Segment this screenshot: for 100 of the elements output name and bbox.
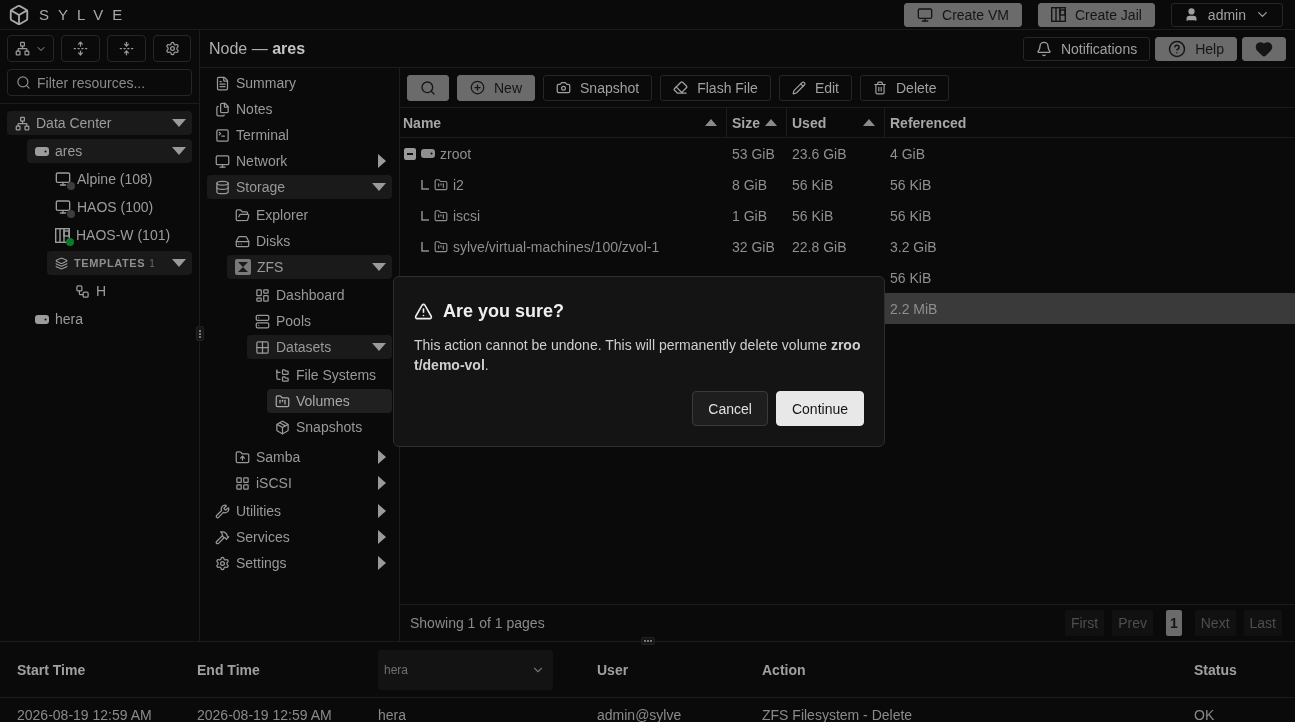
caret-down-icon[interactable]: [372, 263, 386, 271]
hammer-icon: [215, 529, 230, 545]
dialog-message: This action cannot be undone. This will permanently delete volume zroot/demo-vol.: [414, 336, 862, 375]
table-cell-text: 56 KiB: [791, 207, 835, 224]
resize-handle[interactable]: [196, 326, 204, 341]
column-header[interactable]: Status: [1194, 661, 1295, 678]
nav-item[interactable]: Dashboard: [247, 283, 392, 307]
caret-down-icon[interactable]: [372, 183, 386, 191]
continue-button[interactable]: Continue: [775, 391, 864, 426]
caret-right-icon[interactable]: [378, 556, 386, 570]
nav-item[interactable]: Disks: [227, 229, 392, 253]
caret-right-icon[interactable]: [378, 530, 386, 544]
dataset-name: sylve/virtual-machines/100/zvol-1: [453, 238, 660, 255]
node-select[interactable]: hera: [378, 649, 553, 690]
flowchart-icon: [75, 283, 90, 299]
folder-icon: [235, 449, 250, 465]
tree-item[interactable]: HAOS-W (101): [47, 223, 192, 247]
tree-item[interactable]: hera: [27, 307, 192, 331]
drive-icon: [35, 146, 49, 156]
folder-tree-icon: [275, 367, 290, 383]
settings-button[interactable]: [153, 35, 191, 62]
view-switch-button[interactable]: [7, 35, 54, 62]
nav-item[interactable]: Network: [207, 149, 392, 173]
tree-item[interactable]: HAOS (100): [47, 195, 192, 219]
tree-item[interactable]: H: [67, 279, 192, 303]
delete-button[interactable]: Delete: [860, 74, 950, 101]
column-header[interactable]: Name: [400, 108, 727, 137]
table-row[interactable]: i2 8 GiB 56 KiB 56 KiB: [400, 169, 1295, 200]
package-icon: [275, 419, 290, 435]
snapshot-button[interactable]: Snapshot: [543, 74, 653, 101]
column-header[interactable]: Size: [727, 108, 787, 137]
folder-icon: [434, 239, 448, 254]
nav-item[interactable]: iSCSI: [227, 471, 392, 495]
nav-item[interactable]: Volumes: [267, 389, 392, 413]
table-cell-text: 56 KiB: [889, 176, 933, 193]
nav-item[interactable]: Samba: [227, 445, 392, 469]
heart-icon: [1255, 39, 1273, 58]
nav-item[interactable]: Services: [207, 525, 392, 549]
filter-field[interactable]: Filter resources...: [7, 69, 192, 96]
sitemap-icon: [15, 115, 30, 131]
hourglass-tile-icon: [235, 259, 251, 275]
folder-icon: [275, 393, 290, 409]
column-header[interactable]: Start Time: [17, 661, 197, 678]
page-title: Node — ares: [209, 39, 306, 58]
heart-button[interactable]: [1242, 36, 1286, 61]
table-row[interactable]: sylve/virtual-machines/100/zvol-1 32 GiB 22.8 GiB 3.2 GiB: [400, 231, 1295, 262]
collapse-icon[interactable]: [404, 147, 416, 160]
search-button[interactable]: [407, 74, 449, 101]
trash-icon: [873, 80, 887, 95]
tree-item[interactable]: Alpine (108): [47, 167, 192, 191]
nav-item[interactable]: Storage: [207, 175, 392, 199]
nav-item[interactable]: File Systems: [267, 363, 392, 387]
monitor-icon: [55, 171, 71, 187]
nav-item[interactable]: Utilities: [207, 499, 392, 523]
edit-button[interactable]: Edit: [778, 74, 852, 101]
tree-item[interactable]: ares: [27, 139, 192, 163]
column-header[interactable]: User: [597, 661, 762, 678]
caret-down-icon[interactable]: [172, 119, 186, 127]
column-header[interactable]: Used: [787, 108, 885, 137]
flash-button[interactable]: Flash File: [660, 74, 771, 101]
folder-icon: [434, 208, 448, 223]
caret-down-icon[interactable]: [372, 343, 386, 351]
table-row[interactable]: iscsi 1 GiB 56 KiB 56 KiB: [400, 200, 1295, 231]
nav-item[interactable]: Notes: [207, 97, 392, 121]
caret-right-icon[interactable]: [378, 450, 386, 464]
bell-button[interactable]: Notifications: [1022, 36, 1151, 61]
nav-item[interactable]: Datasets: [247, 335, 392, 359]
nav-item[interactable]: Summary: [207, 71, 392, 95]
nav-item[interactable]: Snapshots: [267, 415, 392, 439]
resize-handle[interactable]: [641, 637, 655, 645]
help-icon: [1168, 39, 1187, 58]
table-row[interactable]: zroot 53 GiB 23.6 GiB 4 GiB: [400, 138, 1295, 169]
folder-icon: [434, 177, 448, 192]
caret-down-icon[interactable]: [172, 259, 186, 267]
item-count: 1: [149, 257, 155, 269]
column-header[interactable]: Referenced: [885, 108, 1295, 137]
nav-item[interactable]: Explorer: [227, 203, 392, 227]
files-icon: [215, 101, 230, 117]
caret-down-icon[interactable]: [172, 147, 186, 155]
column-header[interactable]: End Time: [197, 661, 378, 678]
cancel-button[interactable]: Cancel: [692, 391, 768, 426]
dialog-title: Are you sure?: [443, 301, 565, 322]
caret-right-icon[interactable]: [378, 154, 386, 168]
table-cell-text: 56 KiB: [889, 207, 933, 224]
nav-item[interactable]: ZFS: [227, 255, 392, 279]
tree-item[interactable]: TEMPLATES 1: [47, 251, 192, 275]
server-icon: [255, 313, 270, 329]
expand-all-button[interactable]: [61, 35, 100, 62]
tree-item[interactable]: Data Center: [7, 111, 192, 135]
user-menu-button[interactable]: admin: [1170, 2, 1283, 27]
wrench-icon: [215, 503, 230, 519]
nav-item[interactable]: Pools: [247, 309, 392, 333]
nav-item[interactable]: Terminal: [207, 123, 392, 147]
caret-right-icon[interactable]: [378, 504, 386, 518]
column-header[interactable]: Action: [762, 661, 1194, 678]
nav-item[interactable]: Settings: [207, 551, 392, 575]
dataset-name: iscsi: [453, 207, 481, 224]
caret-right-icon[interactable]: [378, 476, 386, 490]
bell-icon: [1035, 40, 1052, 57]
collapse-all-button[interactable]: [107, 35, 146, 62]
